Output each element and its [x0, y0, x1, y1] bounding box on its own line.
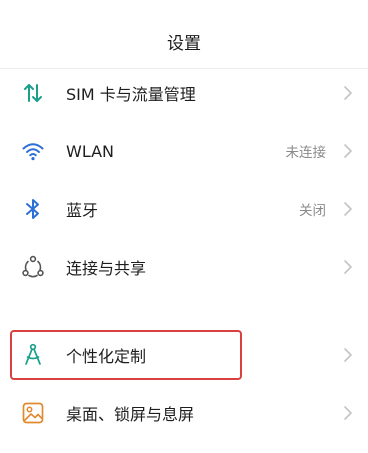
wifi-icon: [20, 138, 46, 164]
settings-item-label: 蓝牙: [66, 201, 99, 220]
chevron-right-icon: [342, 346, 354, 364]
settings-item-desktop-lockscreen[interactable]: 桌面、锁屏与息屏: [0, 384, 368, 442]
settings-screen: 设置 SIM 卡与流量管理 WLAN 未连接 蓝牙 关闭 连接与共享 个性化定制…: [0, 0, 368, 453]
sim-data-icon: [20, 80, 46, 106]
settings-item-bluetooth[interactable]: 蓝牙 关闭: [0, 180, 368, 238]
title-bar: 设置: [0, 0, 368, 72]
settings-item-label: 连接与共享: [66, 259, 147, 278]
settings-item-label: 桌面、锁屏与息屏: [66, 405, 195, 424]
chevron-right-icon: [342, 258, 354, 276]
settings-item-sim-data[interactable]: SIM 卡与流量管理: [0, 64, 368, 122]
chevron-right-icon: [342, 142, 354, 160]
section-gap: [0, 298, 368, 316]
desktop-lockscreen-icon: [20, 400, 46, 426]
settings-item-wlan[interactable]: WLAN 未连接: [0, 122, 368, 180]
settings-item-status: 未连接: [285, 145, 327, 161]
settings-item-label: 个性化定制: [66, 347, 147, 366]
bluetooth-icon: [20, 196, 46, 222]
chevron-right-icon: [342, 404, 354, 422]
chevron-right-icon: [342, 84, 354, 102]
chevron-right-icon: [342, 200, 354, 218]
personalization-icon: [20, 342, 46, 368]
settings-item-status: 关闭: [299, 203, 326, 219]
settings-item-connection-share[interactable]: 连接与共享: [0, 238, 368, 296]
connection-share-icon: [20, 254, 46, 280]
settings-item-label: SIM 卡与流量管理: [66, 85, 196, 104]
settings-item-personalization[interactable]: 个性化定制: [0, 326, 368, 384]
page-title: 设置: [167, 33, 201, 54]
settings-item-label: WLAN: [66, 141, 115, 161]
